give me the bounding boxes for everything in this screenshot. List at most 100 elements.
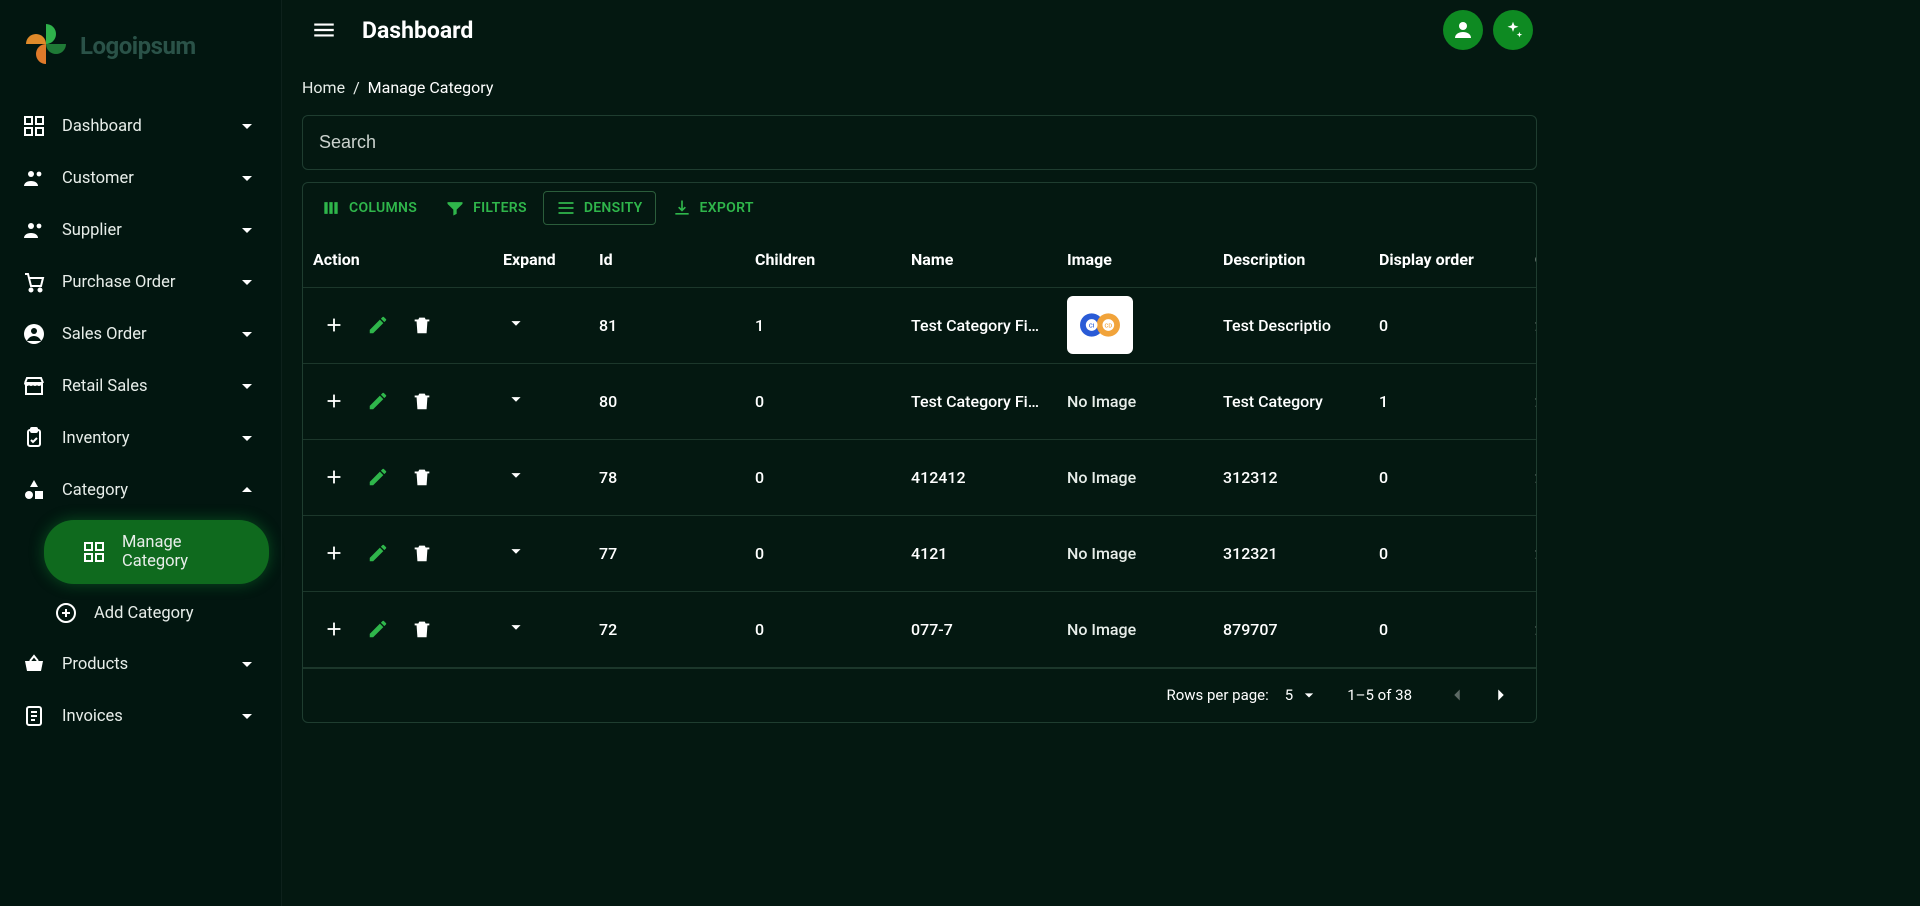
row-image: CICD xyxy=(1057,287,1213,363)
row-expand-button[interactable] xyxy=(493,515,589,591)
toolbar-columns-button[interactable]: COLUMNS xyxy=(309,192,429,224)
sidebar-item-products[interactable]: Products xyxy=(0,638,281,690)
toolbar-export-button[interactable]: EXPORT xyxy=(660,192,766,224)
breadcrumb-home[interactable]: Home xyxy=(302,78,345,97)
row-add-button[interactable] xyxy=(319,386,349,416)
row-expand-button[interactable] xyxy=(493,591,589,667)
sidebar-item-manage-category[interactable]: Manage Category xyxy=(44,520,269,584)
table-row: 800Test Category FinalNo ImageTest Categ… xyxy=(303,363,1536,439)
row-delete-button[interactable] xyxy=(407,310,437,340)
col-created[interactable]: Cr xyxy=(1525,233,1536,287)
row-image: No Image xyxy=(1057,591,1213,667)
breadcrumb-sep: / xyxy=(353,78,360,97)
row-expand-button[interactable] xyxy=(493,363,589,439)
row-edit-button[interactable] xyxy=(363,462,393,492)
row-description: Test Descriptio xyxy=(1213,287,1369,363)
row-delete-button[interactable] xyxy=(407,538,437,568)
row-image: No Image xyxy=(1057,363,1213,439)
table-row: 780412412No Image312312020 xyxy=(303,439,1536,515)
sidebar-item-retail-sales[interactable]: Retail Sales xyxy=(0,360,281,412)
col-description[interactable]: Description xyxy=(1213,233,1369,287)
logo-mark-icon xyxy=(22,20,70,72)
breadcrumb-current: Manage Category xyxy=(368,78,494,97)
breadcrumb: Home / Manage Category xyxy=(302,70,1537,115)
sidebar-item-invoices[interactable]: Invoices xyxy=(0,690,281,742)
row-delete-button[interactable] xyxy=(407,614,437,644)
sidebar-item-customer[interactable]: Customer xyxy=(0,152,281,204)
toolbar-density-button[interactable]: DENSITY xyxy=(543,191,656,225)
svg-text:CD: CD xyxy=(1105,324,1113,330)
row-display-order: 0 xyxy=(1369,439,1525,515)
sidebar-item-purchase-order[interactable]: Purchase Order xyxy=(0,256,281,308)
chevron-down-icon xyxy=(235,166,259,190)
row-children: 0 xyxy=(745,363,901,439)
sidebar-item-dashboard[interactable]: Dashboard xyxy=(0,100,281,152)
col-display-order[interactable]: Display order xyxy=(1369,233,1525,287)
row-display-order: 0 xyxy=(1369,287,1525,363)
row-edit-button[interactable] xyxy=(363,614,393,644)
next-page-button[interactable] xyxy=(1484,678,1518,712)
top-actions xyxy=(1443,10,1533,50)
row-image-thumb: CICD xyxy=(1067,296,1133,354)
row-name: Test Category Final xyxy=(901,363,1057,439)
row-display-order: 0 xyxy=(1369,515,1525,591)
sidebar-item-inventory[interactable]: Inventory xyxy=(0,412,281,464)
menu-toggle-button[interactable] xyxy=(306,12,342,48)
table-header-row: Action Expand Id Children Name Image Des… xyxy=(303,233,1536,287)
search-box xyxy=(302,115,1537,170)
row-delete-button[interactable] xyxy=(407,386,437,416)
prev-page-button[interactable] xyxy=(1440,678,1474,712)
sidebar-item-label: Purchase Order xyxy=(62,273,219,292)
sidebar-item-label: Category xyxy=(62,481,219,500)
rows-per-page-select[interactable]: 5 xyxy=(1285,685,1319,705)
row-created: 20 xyxy=(1525,287,1536,363)
col-name[interactable]: Name xyxy=(901,233,1057,287)
sidebar-item-label: Inventory xyxy=(62,429,219,448)
account-icon xyxy=(22,322,46,346)
row-description: 312321 xyxy=(1213,515,1369,591)
row-display-order: 1 xyxy=(1369,363,1525,439)
row-edit-button[interactable] xyxy=(363,310,393,340)
row-id: 80 xyxy=(589,363,745,439)
sidebar-item-supplier[interactable]: Supplier xyxy=(0,204,281,256)
row-children: 0 xyxy=(745,515,901,591)
row-created: 20 xyxy=(1525,439,1536,515)
sparkle-button[interactable] xyxy=(1493,10,1533,50)
col-children[interactable]: Children xyxy=(745,233,901,287)
invoice-icon xyxy=(22,704,46,728)
col-id[interactable]: Id xyxy=(589,233,745,287)
row-name: 412412 xyxy=(901,439,1057,515)
row-name: 4121 xyxy=(901,515,1057,591)
row-add-button[interactable] xyxy=(319,538,349,568)
row-created: 20 xyxy=(1525,515,1536,591)
sidebar-item-category[interactable]: Category xyxy=(0,464,281,516)
col-image[interactable]: Image xyxy=(1057,233,1213,287)
sidebar-item-label: Sales Order xyxy=(62,325,219,344)
grid-toolbar: COLUMNS FILTERS DENSITY EXPORT xyxy=(303,183,1536,233)
row-add-button[interactable] xyxy=(319,462,349,492)
row-expand-button[interactable] xyxy=(493,287,589,363)
table-scroll[interactable]: Action Expand Id Children Name Image Des… xyxy=(303,233,1536,668)
col-expand[interactable]: Expand xyxy=(493,233,589,287)
col-action[interactable]: Action xyxy=(303,233,493,287)
row-delete-button[interactable] xyxy=(407,462,437,492)
row-id: 78 xyxy=(589,439,745,515)
sidebar-item-add-category[interactable]: Add Category xyxy=(32,588,281,638)
chevron-down-icon xyxy=(235,322,259,346)
chevron-down-icon xyxy=(235,218,259,242)
row-edit-button[interactable] xyxy=(363,538,393,568)
row-expand-button[interactable] xyxy=(493,439,589,515)
row-add-button[interactable] xyxy=(319,310,349,340)
sidebar-item-sales-order[interactable]: Sales Order xyxy=(0,308,281,360)
search-input[interactable] xyxy=(319,132,1520,153)
account-button[interactable] xyxy=(1443,10,1483,50)
row-add-button[interactable] xyxy=(319,614,349,644)
row-description: 879707 xyxy=(1213,591,1369,667)
row-edit-button[interactable] xyxy=(363,386,393,416)
rows-per-page-value: 5 xyxy=(1285,686,1293,704)
toolbar-filters-button[interactable]: FILTERS xyxy=(433,192,539,224)
main: Dashboard Home / Manage Category COLUMNS xyxy=(282,0,1557,906)
toolbar-label: DENSITY xyxy=(584,200,643,216)
row-id: 77 xyxy=(589,515,745,591)
row-description: Test Category xyxy=(1213,363,1369,439)
